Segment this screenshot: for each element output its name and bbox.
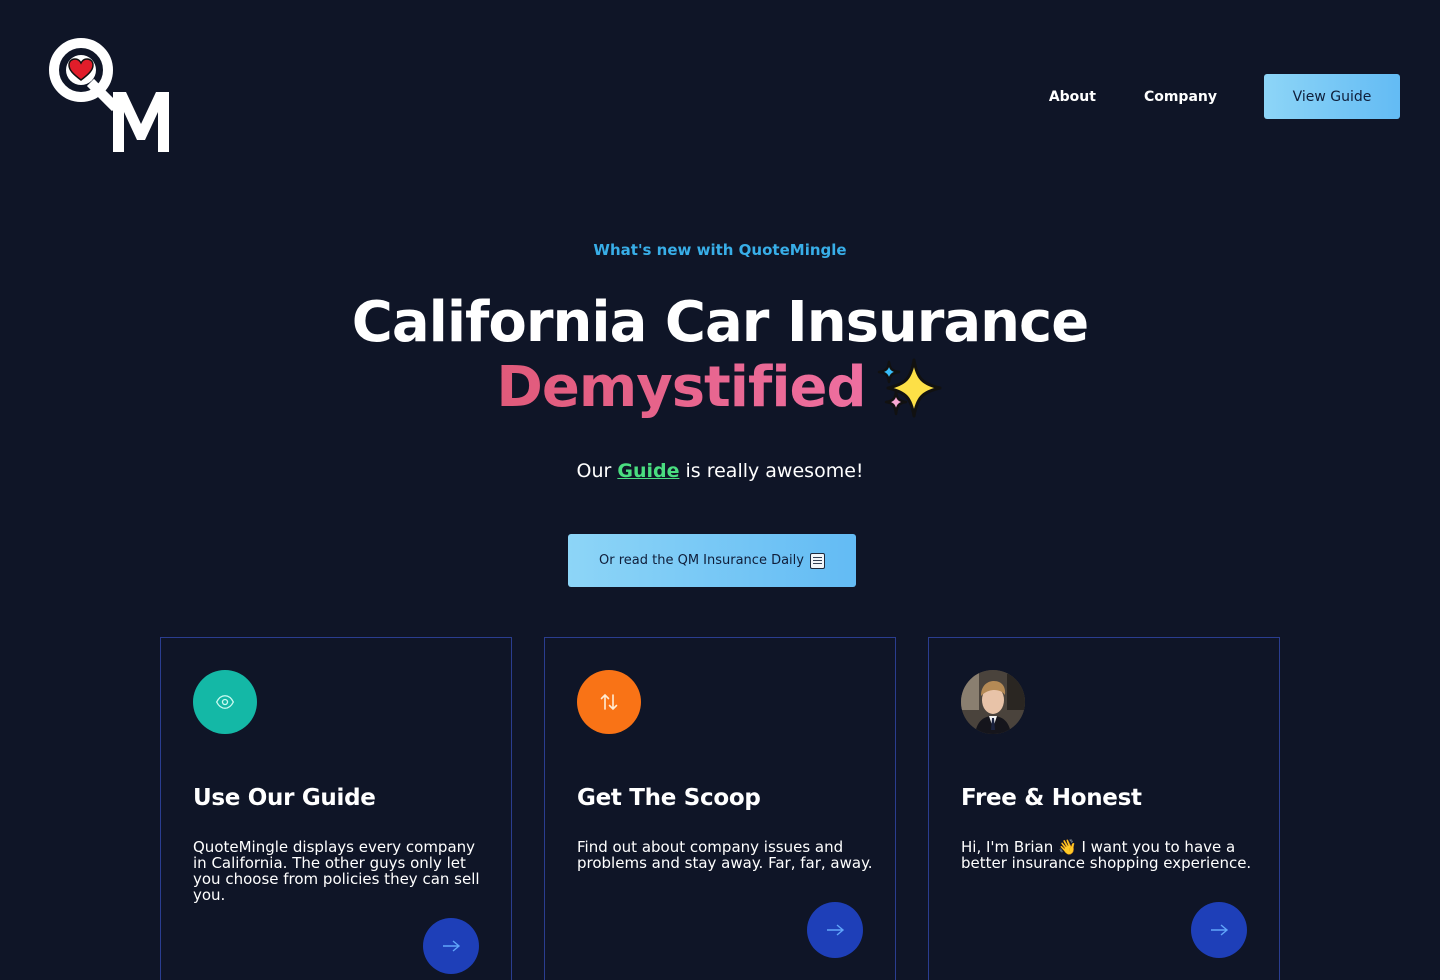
guide-link[interactable]: Guide xyxy=(617,460,679,482)
hero-tagline: Our Guide is really awesome! xyxy=(0,460,1440,482)
card-title: Use Our Guide xyxy=(193,785,376,811)
heart-icon xyxy=(66,55,96,85)
headline-accent: Demystified xyxy=(496,355,866,420)
arrow-right-icon xyxy=(1211,924,1229,936)
card-body: QuoteMingle displays every company in Ca… xyxy=(193,838,480,904)
arrows-up-down-icon xyxy=(577,670,641,734)
page: About Company View Guide What's new with… xyxy=(0,0,1440,980)
tagline-suffix: is really awesome! xyxy=(679,460,864,482)
avatar xyxy=(961,670,1025,734)
arrow-right-icon xyxy=(827,924,845,936)
feature-card-scoop: Get The Scoop Find out about company iss… xyxy=(544,637,896,980)
tagline-prefix: Our xyxy=(576,460,618,482)
card-honest-arrow-button[interactable] xyxy=(1191,902,1247,958)
card-body: Hi, I'm Brian 👋 I want you to have a bet… xyxy=(961,839,1261,871)
arrow-right-icon xyxy=(443,940,461,952)
qm-logo-mark xyxy=(49,38,169,152)
insurance-daily-button[interactable]: Or read the QM Insurance Daily xyxy=(568,534,856,587)
card-body: Find out about company issues and proble… xyxy=(577,838,873,872)
card-title: Free & Honest xyxy=(961,785,1142,811)
headline-line1: California Car Insurance xyxy=(351,290,1089,355)
headline-line2: Demystified xyxy=(496,356,943,420)
top-nav: About Company View Guide xyxy=(1049,74,1400,119)
eye-icon xyxy=(193,670,257,734)
card-guide-arrow-button[interactable] xyxy=(423,918,479,974)
sparkles-icon xyxy=(877,358,942,418)
nav-link-company[interactable]: Company xyxy=(1144,89,1217,105)
hero-eyebrow: What's new with QuoteMingle xyxy=(593,241,847,259)
view-guide-button[interactable]: View Guide xyxy=(1264,74,1400,119)
feature-card-honest: Free & Honest Hi, I'm Brian 👋 I want you… xyxy=(928,637,1280,980)
newspaper-icon xyxy=(809,552,825,569)
insurance-daily-label: Or read the QM Insurance Daily xyxy=(599,553,804,568)
card-title: Get The Scoop xyxy=(577,785,761,811)
nav-link-about[interactable]: About xyxy=(1049,89,1096,105)
feature-card-guide: Use Our Guide QuoteMingle displays every… xyxy=(160,637,512,980)
qm-logo[interactable] xyxy=(46,36,186,156)
card-scoop-arrow-button[interactable] xyxy=(807,902,863,958)
hero-headline: California Car Insurance Demystified xyxy=(0,290,1440,420)
